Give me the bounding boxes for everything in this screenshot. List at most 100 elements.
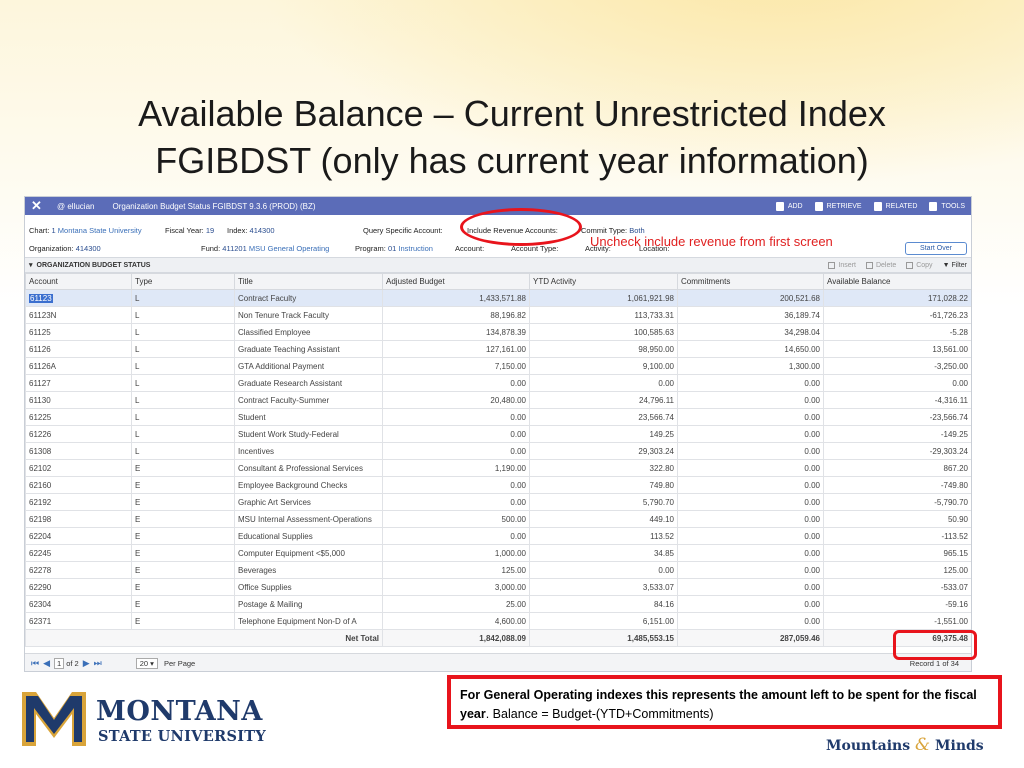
table-cell: E	[131, 578, 235, 596]
organization-field: Organization: 414300	[29, 244, 101, 253]
column-header[interactable]: Title	[234, 273, 383, 290]
table-cell[interactable]: 61127	[25, 374, 132, 392]
table-row[interactable]: 61127 L Graduate Research Assistant 0.00 0.0…	[25, 374, 971, 392]
table-cell[interactable]: 62245	[25, 544, 132, 562]
table-cell: 34,298.04	[677, 323, 824, 341]
table-cell[interactable]: 62198	[25, 510, 132, 528]
table-cell: L	[131, 374, 235, 392]
table-row[interactable]: 61225 L Student 0.00 23,566.74 0.00 -23,566.74	[25, 408, 971, 426]
table-cell: 113,733.31	[529, 306, 678, 324]
filter-button[interactable]: ▼ Filter	[943, 262, 967, 269]
table-cell[interactable]: 61126	[25, 340, 132, 358]
table-cell[interactable]: 61130	[25, 391, 132, 409]
fund-desc-link[interactable]: MSU General Operating	[249, 244, 329, 253]
table-cell: 1,433,571.88	[382, 289, 530, 307]
related-button[interactable]: RELATED	[873, 201, 917, 211]
table-row[interactable]: 61308 L Incentives 0.00 29,303.24 0.00 -29,303…	[25, 442, 971, 460]
table-row[interactable]: 62192 E Graphic Art Services 0.00 5,790.70 0.…	[25, 493, 971, 511]
close-icon[interactable]: ✕	[31, 198, 57, 214]
table-cell[interactable]: 61126A	[25, 357, 132, 375]
table-cell[interactable]: 62102	[25, 459, 132, 477]
table-cell[interactable]: 62278	[25, 561, 132, 579]
per-page-select[interactable]: 20 ▾	[135, 657, 158, 669]
logo-state-university: STATE UNIVERSITY	[98, 728, 267, 745]
table-row[interactable]: 61125 L Classified Employee 134,878.39 100,5…	[25, 323, 971, 341]
table-cell[interactable]: 62204	[25, 527, 132, 545]
start-over-button[interactable]: Start Over	[905, 242, 967, 255]
table-cell[interactable]: 62290	[25, 578, 132, 596]
table-cell: Consultant & Professional Services	[234, 459, 383, 477]
table-row[interactable]: 62245 E Computer Equipment <$5,000 1,000.00…	[25, 544, 971, 562]
filter-icon: ▼	[942, 261, 952, 269]
column-header[interactable]: Type	[131, 273, 235, 290]
table-cell: E	[131, 493, 235, 511]
delete-button[interactable]: Delete	[865, 261, 896, 269]
table-cell: 500.00	[382, 510, 530, 528]
column-header[interactable]: Account	[25, 273, 132, 290]
next-page-icon[interactable]: ▶	[83, 658, 90, 669]
table-cell: 1,061,921.98	[529, 289, 678, 307]
last-page-icon[interactable]: ⏭	[94, 658, 102, 669]
table-cell: Graduate Research Assistant	[234, 374, 383, 392]
program-desc-link[interactable]: Instruction	[398, 244, 433, 253]
table-cell[interactable]: 62371	[25, 612, 132, 630]
table-row[interactable]: 61123N L Non Tenure Track Faculty 88,196.82…	[25, 306, 971, 324]
column-header[interactable]: Adjusted Budget	[382, 273, 530, 290]
table-cell: 84.16	[529, 595, 678, 613]
table-cell[interactable]: 61226	[25, 425, 132, 443]
column-header[interactable]: YTD Activity	[529, 273, 678, 290]
table-row[interactable]: 62204 E Educational Supplies 0.00 113.52 0.00…	[25, 527, 971, 545]
table-row[interactable]: 62304 E Postage & Mailing 25.00 84.16 0.00 -59…	[25, 595, 971, 613]
explanation-note: For General Operating indexes this repre…	[447, 675, 1002, 729]
table-row[interactable]: 62278 E Beverages 125.00 0.00 0.00 125.00	[25, 561, 971, 579]
table-row[interactable]: 61130 L Contract Faculty-Summer 20,480.00 24…	[25, 391, 971, 409]
table-cell: -113.52	[823, 527, 971, 545]
table-cell[interactable]: 62160	[25, 476, 132, 494]
slide-title-line1: Available Balance – Current Unrestricted…	[138, 93, 886, 134]
table-row[interactable]: 61123 L Contract Faculty 1,433,571.88 1,061,…	[25, 289, 971, 307]
fiscal-year-field: Fiscal Year: 19	[165, 226, 215, 235]
prev-page-icon[interactable]: ◀	[43, 658, 50, 669]
table-cell[interactable]: 61125	[25, 323, 132, 341]
table-cell: Student Work Study-Federal	[234, 425, 383, 443]
account-code: 62278	[29, 565, 52, 575]
column-header[interactable]: Commitments	[677, 273, 824, 290]
chart-desc-link[interactable]: Montana State University	[58, 226, 142, 235]
table-row[interactable]: 62290 E Office Supplies 3,000.00 3,533.07 0.0…	[25, 578, 971, 596]
table-cell: 0.00	[529, 561, 678, 579]
table-cell: 0.00	[382, 527, 530, 545]
table-cell[interactable]: 62304	[25, 595, 132, 613]
retrieve-button[interactable]: RETRIEVE	[814, 201, 862, 211]
query-specific-account-checkbox[interactable]: Query Specific Account:	[363, 226, 443, 235]
table-cell: 34.85	[529, 544, 678, 562]
table-cell: 25.00	[382, 595, 530, 613]
copy-button[interactable]: Copy	[906, 261, 933, 269]
table-cell: E	[131, 544, 235, 562]
table-cell: 24,796.11	[529, 391, 678, 409]
table-row[interactable]: 62371 E Telephone Equipment Non-D of A 4,60…	[25, 612, 971, 630]
page-number-input[interactable]: 1	[54, 657, 65, 669]
tools-button[interactable]: TOOLS	[929, 201, 965, 211]
column-header[interactable]: Available Balance	[823, 273, 971, 290]
table-cell: 29,303.24	[529, 442, 678, 460]
table-cell: Telephone Equipment Non-D of A	[234, 612, 383, 630]
net-total-row: Net Total 1,842,088.09 1,485,553.15 287,059…	[25, 629, 971, 647]
table-row[interactable]: 62198 E MSU Internal Assessment-Operations…	[25, 510, 971, 528]
table-cell[interactable]: 61123	[25, 289, 132, 307]
table-cell: -59.16	[823, 595, 971, 613]
insert-button[interactable]: Insert	[828, 261, 856, 269]
table-row[interactable]: 61126 L Graduate Teaching Assistant 127,161…	[25, 340, 971, 358]
table-row[interactable]: 61126A L GTA Additional Payment 7,150.00 9,1…	[25, 357, 971, 375]
table-cell[interactable]: 62192	[25, 493, 132, 511]
first-page-icon[interactable]: ⏮	[31, 658, 39, 669]
table-row[interactable]: 61226 L Student Work Study-Federal 0.00 149.…	[25, 425, 971, 443]
table-cell[interactable]: 61225	[25, 408, 132, 426]
table-row[interactable]: 62102 E Consultant & Professional Services…	[25, 459, 971, 477]
table-cell: 0.00	[382, 442, 530, 460]
collapse-icon[interactable]: ▾	[29, 261, 33, 269]
table-cell: Non Tenure Track Faculty	[234, 306, 383, 324]
table-cell[interactable]: 61123N	[25, 306, 132, 324]
table-row[interactable]: 62160 E Employee Background Checks 0.00 749.…	[25, 476, 971, 494]
add-button[interactable]: ADD	[775, 201, 803, 211]
table-cell[interactable]: 61308	[25, 442, 132, 460]
